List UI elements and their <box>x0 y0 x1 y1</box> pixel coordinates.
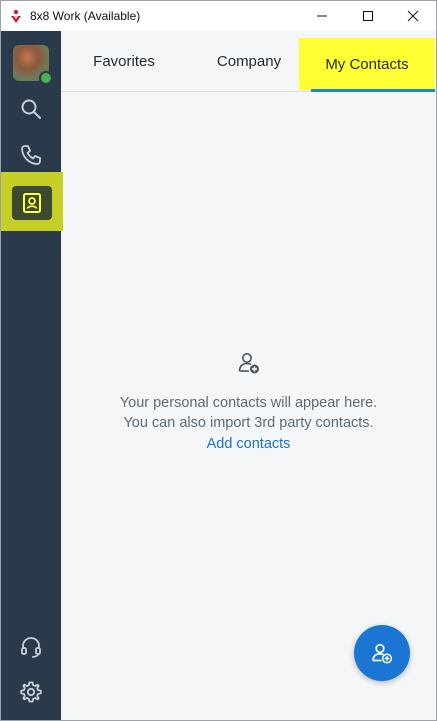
maximize-button[interactable] <box>345 1 391 31</box>
empty-state-line2: You can also import 3rd party contacts. <box>123 415 374 431</box>
empty-state: Your personal contacts will appear here.… <box>61 351 436 455</box>
close-button[interactable] <box>390 1 436 31</box>
phone-icon <box>21 145 41 165</box>
app-logo-icon <box>11 9 21 23</box>
minimize-icon <box>317 15 327 17</box>
sidebar-item-help[interactable] <box>1 627 61 667</box>
sidebar-item-search[interactable] <box>1 89 61 129</box>
close-icon <box>407 10 419 22</box>
sidebar-item-settings[interactable] <box>1 672 61 712</box>
tab-company[interactable]: Company <box>187 31 311 91</box>
presence-indicator <box>39 71 53 85</box>
sidebar-item-calls[interactable] <box>1 135 61 175</box>
title-bar[interactable]: 8x8 Work (Available) <box>1 1 436 31</box>
contacts-icon <box>23 193 41 213</box>
sidebar <box>1 31 63 720</box>
add-contact-icon <box>238 353 259 374</box>
tab-favorites[interactable]: Favorites <box>61 31 187 91</box>
empty-state-line1: Your personal contacts will appear here. <box>119 395 378 411</box>
search-icon <box>21 99 41 119</box>
add-contacts-link[interactable]: Add contacts <box>61 433 436 455</box>
tab-my-contacts[interactable]: My Contacts <box>299 38 435 90</box>
window-title: 8x8 Work (Available) <box>30 9 141 23</box>
gear-icon <box>20 681 42 703</box>
sidebar-item-contacts[interactable] <box>12 186 52 220</box>
active-tab-indicator <box>311 89 435 92</box>
app-window: 8x8 Work (Available) Favorites Company M… <box>0 0 437 721</box>
contacts-tabs: Favorites Company My Contacts <box>61 31 436 92</box>
minimize-button[interactable] <box>299 1 345 31</box>
headset-icon <box>21 637 41 658</box>
add-contact-icon <box>372 643 393 664</box>
maximize-icon <box>363 11 373 21</box>
add-contact-button[interactable] <box>354 625 410 681</box>
